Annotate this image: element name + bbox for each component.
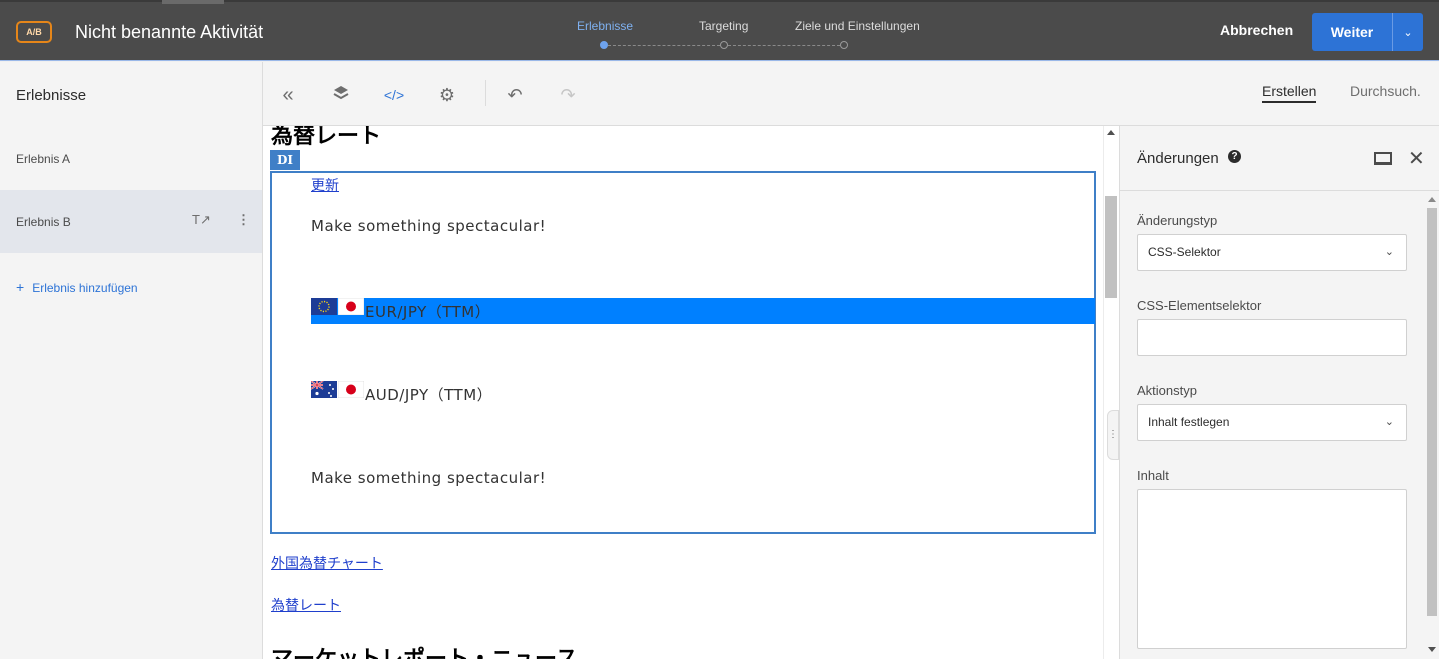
chevron-down-icon: ⌄: [1384, 246, 1394, 258]
next-button[interactable]: Weiter: [1312, 13, 1392, 51]
jp-flag-icon: [338, 381, 364, 398]
content-textarea[interactable]: [1137, 489, 1407, 649]
undo-icon[interactable]: ↶: [504, 84, 526, 106]
changes-panel-header: Änderungen ? ✕: [1120, 126, 1439, 191]
top-bar-notch: [162, 0, 224, 4]
content-label: Inhalt: [1137, 468, 1169, 483]
step-dot[interactable]: [840, 41, 848, 49]
update-link[interactable]: 更新: [311, 175, 339, 195]
rate-label: EUR/JPY（TTM）: [365, 303, 491, 321]
canvas-heading[interactable]: マーケットレポート・ニュース: [271, 641, 578, 659]
plus-icon: +: [16, 279, 25, 295]
change-type-select[interactable]: CSS-Selektor ⌄: [1137, 234, 1407, 271]
chevron-down-icon: ⌄: [1384, 416, 1394, 428]
rate-label: AUD/JPY（TTM）: [365, 386, 493, 404]
tagline-text[interactable]: Make something spectacular!: [311, 217, 546, 235]
next-dropdown-button[interactable]: ⌄: [1392, 13, 1423, 51]
page-canvas[interactable]: 為替レート DI 更新 Make something spectacular! …: [263, 126, 1103, 659]
rate-row-aud-jpy[interactable]: AUD/JPY（TTM）: [311, 381, 1095, 407]
panel-resize-handle[interactable]: ⋮: [1107, 410, 1119, 460]
close-icon[interactable]: ✕: [1408, 146, 1425, 171]
tab-browse[interactable]: Durchsuch.: [1350, 83, 1421, 99]
au-flag-icon: [311, 381, 337, 398]
step-dot-active[interactable]: [600, 41, 608, 49]
scroll-up-icon[interactable]: [1107, 130, 1115, 135]
screen-icon[interactable]: [1374, 152, 1392, 165]
step-experiences[interactable]: Erlebnisse: [577, 19, 633, 33]
help-icon[interactable]: ?: [1228, 150, 1241, 163]
canvas-heading[interactable]: 為替レート: [271, 126, 381, 150]
experiences-sidebar: Erlebnisse Erlebnis A Erlebnis B T↗ ⋮ + E…: [0, 62, 263, 659]
css-selector-label: CSS-Elementselektor: [1137, 298, 1262, 313]
rename-icon[interactable]: T↗: [192, 212, 211, 228]
change-type-label: Änderungstyp: [1137, 213, 1218, 228]
experience-item-b[interactable]: Erlebnis B T↗ ⋮: [0, 190, 262, 253]
ab-badge: A/B: [16, 21, 52, 43]
sidebar-title: Erlebnisse: [16, 87, 87, 104]
scroll-down-icon[interactable]: [1428, 647, 1436, 652]
canvas-scrollbar[interactable]: [1103, 126, 1119, 659]
css-selector-input[interactable]: [1137, 319, 1407, 356]
settings-icon[interactable]: ⚙: [436, 84, 458, 106]
step-dot[interactable]: [720, 41, 728, 49]
scroll-up-icon[interactable]: [1428, 197, 1436, 202]
step-indicator: Erlebnisse Targeting Ziele und Einstellu…: [560, 19, 940, 53]
action-type-label: Aktionstyp: [1137, 383, 1197, 398]
change-type-value: CSS-Selektor: [1148, 245, 1221, 259]
panel-scrollbar[interactable]: [1425, 194, 1439, 659]
jp-flag-icon: [338, 298, 364, 315]
panel-title: Änderungen: [1137, 150, 1219, 167]
step-goals-settings[interactable]: Ziele und Einstellungen: [795, 19, 920, 33]
action-type-select[interactable]: Inhalt festlegen ⌄: [1137, 404, 1407, 441]
toolbar-divider: [485, 80, 486, 106]
changes-panel: Änderungen ? ✕ Änderungstyp CSS-Selektor…: [1119, 126, 1439, 659]
redo-icon[interactable]: ↷: [557, 84, 579, 106]
more-options-icon[interactable]: ⋮: [237, 212, 250, 228]
action-type-value: Inhalt festlegen: [1148, 415, 1230, 429]
code-icon[interactable]: </>: [383, 84, 405, 106]
eu-flag-icon: [311, 298, 337, 315]
fx-chart-link[interactable]: 外国為替チャート: [271, 553, 383, 573]
top-bar: A/B Nicht benannte Aktivität Erlebnisse …: [0, 0, 1439, 61]
fx-rates-link[interactable]: 為替レート: [271, 595, 341, 615]
editor-toolbar: « </> ⚙ ↶ ↷ Erstellen Durchsuch.: [263, 62, 1439, 126]
experience-label: Erlebnis B: [16, 215, 71, 229]
step-targeting[interactable]: Targeting: [699, 19, 748, 33]
rate-row-eur-jpy[interactable]: EUR/JPY（TTM）: [311, 298, 1095, 324]
cancel-button[interactable]: Abbrechen: [1220, 22, 1293, 38]
add-experience-label: Erlebnis hinzufügen: [32, 281, 138, 295]
activity-title[interactable]: Nicht benannte Aktivität: [75, 22, 263, 43]
layers-icon[interactable]: [330, 84, 352, 106]
add-experience-link[interactable]: + Erlebnis hinzufügen: [16, 279, 138, 295]
tab-create[interactable]: Erstellen: [1262, 83, 1317, 103]
scrollbar-thumb[interactable]: [1427, 208, 1437, 616]
scrollbar-thumb[interactable]: [1105, 196, 1117, 298]
tagline-text[interactable]: Make something spectacular!: [311, 469, 546, 487]
step-connector: [608, 45, 720, 46]
chevron-down-icon: ⌄: [1403, 26, 1413, 39]
element-tag[interactable]: DI: [270, 150, 300, 170]
collapse-icon[interactable]: «: [277, 84, 299, 106]
experience-label: Erlebnis A: [16, 152, 71, 166]
step-connector: [728, 45, 840, 46]
experience-item-a[interactable]: Erlebnis A: [0, 127, 262, 190]
